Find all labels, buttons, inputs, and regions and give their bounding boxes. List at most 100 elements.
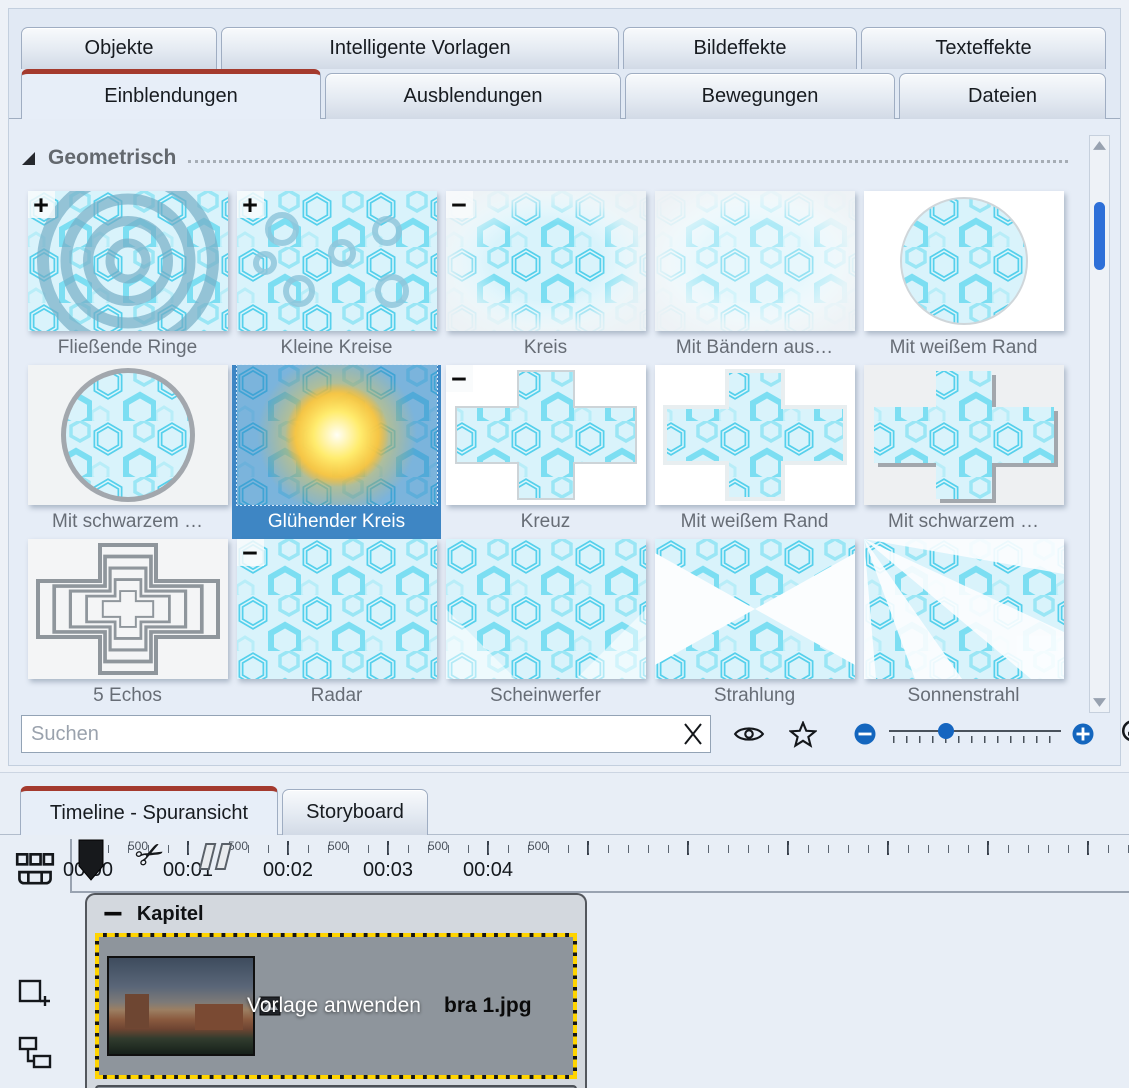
effect-label: Strahlung bbox=[650, 680, 859, 712]
clip-selection-outline: bra 1.jpg Vorlage anwenden bbox=[95, 933, 577, 1079]
effect-label: Sonnenstrahl bbox=[859, 680, 1068, 712]
scroll-down-arrow[interactable] bbox=[1093, 698, 1106, 707]
effect-thumbnail[interactable]: − bbox=[237, 539, 437, 679]
variant-badge[interactable]: − bbox=[237, 539, 264, 566]
insert-gap-button[interactable] bbox=[13, 1081, 57, 1088]
search-row bbox=[21, 713, 1110, 755]
effect-art-radiation bbox=[655, 539, 855, 679]
effect-art-echos bbox=[28, 539, 228, 679]
playhead[interactable] bbox=[78, 839, 104, 881]
effect-item[interactable]: + Kleine Kreise bbox=[232, 191, 441, 365]
effects-tabs-main: Einblendungen Ausblendungen Bewegungen D… bbox=[21, 69, 1106, 119]
effect-item[interactable]: Sonnenstrahl bbox=[859, 539, 1068, 713]
effect-thumbnail[interactable] bbox=[864, 365, 1064, 505]
effect-thumbnail[interactable] bbox=[28, 365, 228, 505]
ruler-interval-label: 500 bbox=[428, 839, 448, 853]
chapter-collapse-button[interactable]: − bbox=[103, 904, 123, 924]
effect-item[interactable]: Mit weißem Rand bbox=[859, 191, 1068, 365]
effect-art-spotlight bbox=[446, 539, 646, 679]
effect-item[interactable]: Scheinwerfer bbox=[441, 539, 650, 713]
effect-item[interactable]: Mit schwarzem … bbox=[23, 365, 232, 539]
effect-item[interactable]: − Kreuz bbox=[441, 365, 650, 539]
variant-badge[interactable]: + bbox=[237, 191, 264, 218]
zoom-in-icon[interactable] bbox=[1071, 722, 1095, 746]
trim-markers[interactable] bbox=[202, 843, 229, 870]
effect-thumbnail[interactable] bbox=[655, 539, 855, 679]
effect-thumbnail[interactable] bbox=[864, 191, 1064, 331]
effect-thumbnail[interactable]: − bbox=[446, 365, 646, 505]
tab-bildeffekte[interactable]: Bildeffekte bbox=[623, 27, 857, 69]
effect-item[interactable]: − Radar bbox=[232, 539, 441, 713]
effect-thumbnail[interactable] bbox=[28, 539, 228, 679]
effect-thumbnail[interactable] bbox=[655, 191, 855, 331]
variant-badge[interactable]: − bbox=[446, 191, 473, 218]
effect-thumbnail[interactable] bbox=[655, 365, 855, 505]
effect-item[interactable]: Glühender Kreis bbox=[232, 365, 441, 539]
tab-ausblendungen[interactable]: Ausblendungen bbox=[325, 73, 621, 119]
scrollbar[interactable] bbox=[1089, 135, 1110, 713]
tab-label: Einblendungen bbox=[104, 85, 237, 108]
variant-badge[interactable]: − bbox=[446, 365, 473, 392]
insert-object-button[interactable] bbox=[13, 971, 57, 1015]
effect-art-bands bbox=[655, 191, 855, 331]
zoom-slider[interactable] bbox=[889, 721, 1061, 747]
timeline-ruler[interactable]: 500500500500500 00:0000:0100:0200:0300:0… bbox=[70, 839, 1129, 893]
effect-art-radar bbox=[237, 539, 437, 679]
effect-art-sunray bbox=[864, 539, 1064, 679]
eye-preview-icon[interactable] bbox=[733, 723, 765, 745]
effect-label: Mit schwarzem … bbox=[859, 506, 1068, 538]
effect-thumbnail[interactable]: − bbox=[446, 191, 646, 331]
effect-art-cross-white bbox=[655, 365, 855, 505]
chapter-track[interactable]: − Kapitel bra 1.jpg Vorlage anwenden bbox=[85, 893, 587, 1088]
timeline-tabs: Timeline - Spuransicht Storyboard bbox=[20, 786, 428, 835]
effect-thumbnail[interactable]: + bbox=[237, 191, 437, 331]
ruler-time-label: 00:04 bbox=[463, 859, 513, 882]
effect-item[interactable]: − Kreis bbox=[441, 191, 650, 365]
scroll-up-arrow[interactable] bbox=[1093, 141, 1106, 150]
section-header-geometrisch[interactable]: Geometrisch bbox=[21, 141, 1068, 175]
tab-label: Objekte bbox=[85, 37, 154, 60]
tab-bewegungen[interactable]: Bewegungen bbox=[625, 73, 895, 119]
tab-intelligente-vorlagen[interactable]: Intelligente Vorlagen bbox=[221, 27, 619, 69]
tab-storyboard[interactable]: Storyboard bbox=[282, 789, 428, 835]
effect-item[interactable]: Mit weißem Rand bbox=[650, 365, 859, 539]
effect-thumbnail[interactable]: + bbox=[28, 191, 228, 331]
variant-badge[interactable]: + bbox=[28, 191, 55, 218]
effect-thumbnail[interactable] bbox=[864, 539, 1064, 679]
section-title: Geometrisch bbox=[48, 146, 176, 170]
app-root: Objekte Intelligente Vorlagen Bildeffekt… bbox=[0, 0, 1129, 1088]
effect-art-circle-fade bbox=[446, 191, 646, 331]
effect-thumbnail[interactable] bbox=[237, 365, 437, 505]
timeline-toolbar bbox=[0, 835, 70, 1088]
effect-label: Mit schwarzem … bbox=[23, 506, 232, 538]
effect-item[interactable]: Mit schwarzem … bbox=[859, 365, 1068, 539]
clear-search-icon[interactable] bbox=[680, 721, 706, 747]
zoom-fit-magnifier-icon[interactable] bbox=[1119, 717, 1129, 751]
duplicate-object-button[interactable] bbox=[13, 1031, 57, 1075]
tab-label: Dateien bbox=[968, 85, 1037, 108]
effect-label: Kreis bbox=[441, 332, 650, 364]
effect-label: Kleine Kreise bbox=[232, 332, 441, 364]
effect-item[interactable]: 5 Echos bbox=[23, 539, 232, 713]
tab-einblendungen[interactable]: Einblendungen bbox=[21, 69, 321, 119]
timeline-clip[interactable]: bra 1.jpg Vorlage anwenden bbox=[95, 933, 577, 1079]
tab-timeline-spuransicht[interactable]: Timeline - Spuransicht bbox=[20, 786, 278, 835]
effect-item[interactable]: Mit Bändern aus… bbox=[650, 191, 859, 365]
effect-item[interactable]: Strahlung bbox=[650, 539, 859, 713]
tab-dateien[interactable]: Dateien bbox=[899, 73, 1106, 119]
zoom-out-icon[interactable] bbox=[853, 722, 877, 746]
tab-label: Ausblendungen bbox=[403, 85, 542, 108]
search-input[interactable] bbox=[21, 715, 711, 753]
tab-texteffekte[interactable]: Texteffekte bbox=[861, 27, 1106, 69]
effect-art-cross-black bbox=[864, 365, 1064, 505]
razor-tool-button[interactable] bbox=[13, 849, 57, 893]
scrollbar-thumb[interactable] bbox=[1094, 202, 1105, 270]
chapter-title: Kapitel bbox=[137, 903, 204, 926]
zoom-slider-track[interactable] bbox=[889, 730, 1061, 732]
tab-objekte[interactable]: Objekte bbox=[21, 27, 217, 69]
effect-thumbnail[interactable] bbox=[446, 539, 646, 679]
effect-art-cross bbox=[446, 365, 646, 505]
zoom-slider-handle[interactable] bbox=[938, 723, 954, 739]
effect-item[interactable]: + Fließende Ringe bbox=[23, 191, 232, 365]
favorite-star-icon[interactable] bbox=[789, 721, 817, 748]
